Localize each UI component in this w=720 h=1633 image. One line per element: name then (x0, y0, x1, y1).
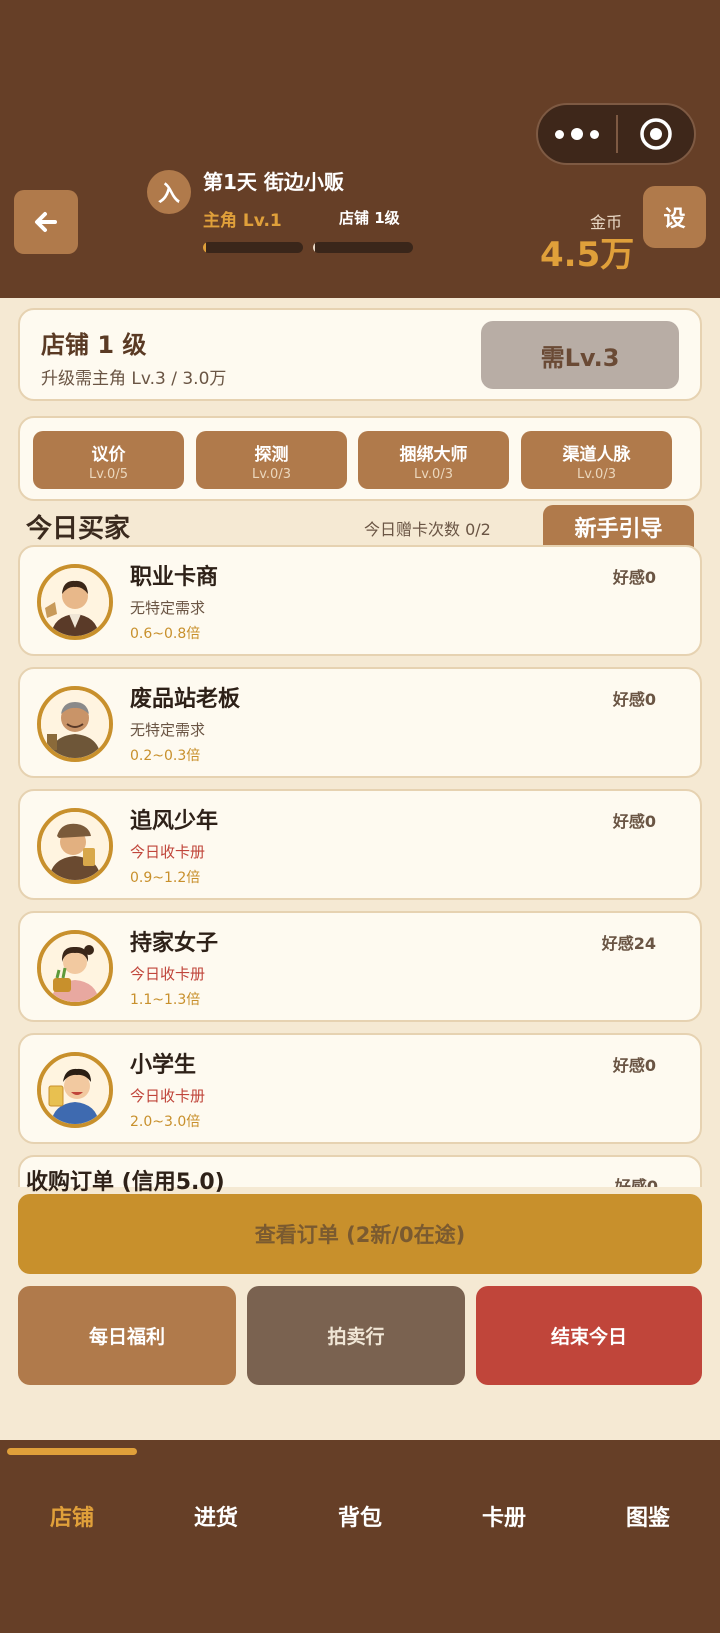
tab-stock[interactable]: 进货 (144, 1500, 288, 1532)
buyer-need: 无特定需求 (130, 721, 206, 739)
buyer-favor: 好感24 (601, 934, 656, 953)
buyer-favor: 好感0 (612, 690, 656, 709)
shop-xp-bar (313, 242, 413, 253)
player-avatar[interactable]: 入 (147, 170, 191, 214)
upgrade-shop-button[interactable]: 需Lv.3 (481, 321, 679, 389)
skill-name: 捆绑大师 (399, 445, 468, 465)
skill-level: Lv.0/3 (577, 467, 616, 482)
tab-shop[interactable]: 店铺 (0, 1500, 144, 1532)
back-button[interactable] (14, 190, 78, 254)
skill-name: 探测 (254, 445, 289, 465)
settings-button[interactable]: 设 (643, 186, 706, 248)
buyer-favor: 好感0 (614, 1177, 658, 1187)
buyer-name: 追风少年 (130, 809, 219, 834)
buyer-card[interactable]: 持家女子 今日收卡册 1.1~1.3倍 好感24 (18, 911, 702, 1022)
auction-house-button[interactable]: 拍卖行 (247, 1286, 465, 1385)
skill-level: Lv.0/3 (252, 467, 291, 482)
arrow-left-icon (35, 212, 57, 232)
hero-xp-bar (203, 242, 303, 253)
bottom-tab-bar (0, 1440, 720, 1633)
buyer-avatar-card-dealer (37, 564, 113, 640)
buyer-name: 小学生 (130, 1053, 197, 1078)
buyer-card[interactable]: 小学生 今日收卡册 2.0~3.0倍 好感0 (18, 1033, 702, 1144)
buyer-favor: 好感0 (612, 568, 656, 587)
buyer-card[interactable]: 职业卡商 无特定需求 0.6~0.8倍 好感0 (18, 545, 702, 656)
day-title: 第1天 街边小贩 (203, 170, 344, 194)
buyer-avatar-wind-youth (37, 808, 113, 884)
buyer-avatar-scrap-boss (37, 686, 113, 762)
buyer-multiplier: 1.1~1.3倍 (130, 992, 201, 1008)
buyer-favor: 好感0 (612, 812, 656, 831)
view-orders-button[interactable]: 查看订单 (2新/0在途) (18, 1194, 702, 1274)
skill-level: Lv.0/3 (414, 467, 453, 482)
buyer-name: 废品站老板 (130, 687, 241, 712)
tab-card-album[interactable]: 卡册 (432, 1500, 576, 1532)
skill-name: 渠道人脉 (562, 445, 631, 465)
buyer-need: 无特定需求 (130, 599, 206, 617)
more-icon[interactable] (538, 105, 616, 163)
buyer-name: 职业卡商 (130, 565, 219, 590)
shop-title: 店铺 1 级 (41, 331, 147, 359)
buyer-multiplier: 2.0~3.0倍 (130, 1114, 201, 1130)
gold-value: 4.5万 (540, 235, 635, 275)
buyer-multiplier: 0.2~0.3倍 (130, 748, 201, 764)
gift-count: 今日赠卡次数 0/2 (364, 520, 491, 539)
buyer-multiplier: 0.9~1.2倍 (130, 870, 201, 886)
shop-upgrade-requirement: 升级需主角 Lv.3 / 3.0万 (41, 369, 227, 389)
buyer-card[interactable]: 追风少年 今日收卡册 0.9~1.2倍 好感0 (18, 789, 702, 900)
buyer-need: 今日收卡册 (130, 1087, 206, 1105)
hero-level: 主角 Lv.1 (203, 211, 282, 231)
buyer-avatar-pupil (37, 1052, 113, 1128)
tab-collection[interactable]: 图鉴 (576, 1500, 720, 1532)
skill-detect-button[interactable]: 探测 Lv.0/3 (196, 431, 347, 489)
buyer-multiplier: 0.6~0.8倍 (130, 626, 201, 642)
buyer-favor: 好感0 (612, 1056, 656, 1075)
buyer-avatar-housewife (37, 930, 113, 1006)
active-tab-indicator (7, 1448, 137, 1455)
orders-title: 收购订单 (信用5.0) (26, 1170, 225, 1195)
buyer-need: 今日收卡册 (130, 965, 206, 983)
skill-bargain-button[interactable]: 议价 Lv.0/5 (33, 431, 184, 489)
buyers-section-title: 今日买家 (26, 514, 131, 544)
close-target-icon[interactable] (618, 117, 694, 151)
end-day-button[interactable]: 结束今日 (476, 1286, 702, 1385)
buyer-need: 今日收卡册 (130, 843, 206, 861)
skill-bundle-master-button[interactable]: 捆绑大师 Lv.0/3 (358, 431, 509, 489)
tutorial-guide-button[interactable]: 新手引导 (543, 505, 694, 549)
skill-level: Lv.0/5 (89, 467, 128, 482)
daily-bonus-button[interactable]: 每日福利 (18, 1286, 236, 1385)
skill-name: 议价 (91, 445, 126, 465)
tab-backpack[interactable]: 背包 (288, 1500, 432, 1532)
miniapp-capsule[interactable] (536, 103, 696, 165)
shop-level-label: 店铺 1级 (339, 209, 400, 227)
buyer-card[interactable]: 废品站老板 无特定需求 0.2~0.3倍 好感0 (18, 667, 702, 778)
skill-channel-network-button[interactable]: 渠道人脉 Lv.0/3 (521, 431, 672, 489)
buyer-name: 持家女子 (130, 931, 219, 956)
